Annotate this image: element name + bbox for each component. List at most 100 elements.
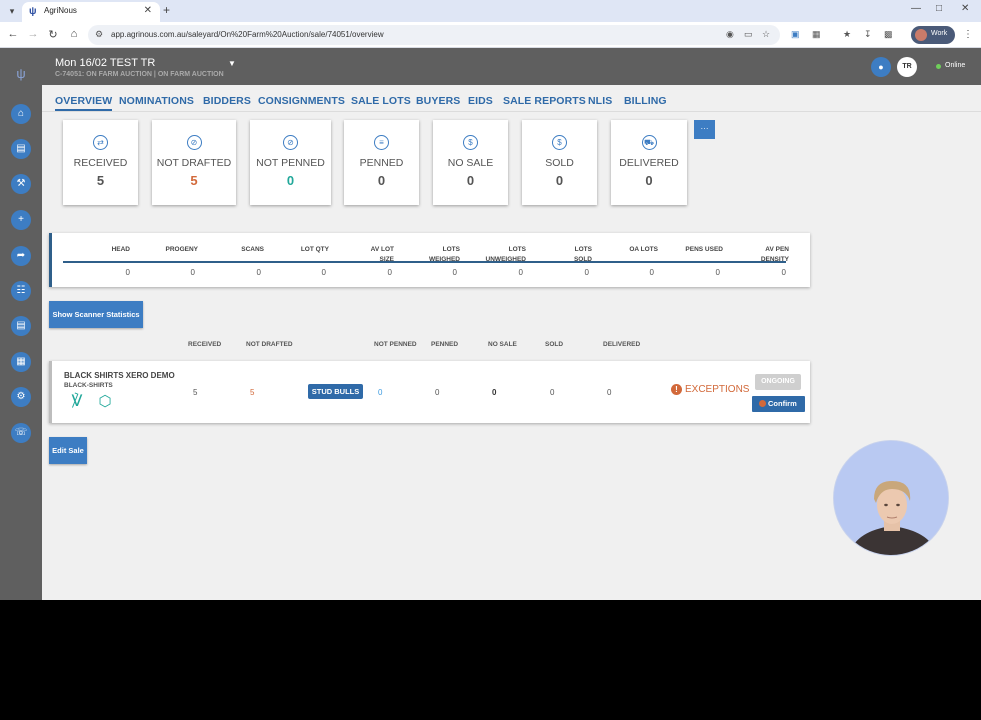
tab-billing[interactable]: BILLING [624,95,667,107]
tab-nlis[interactable]: NLIS [588,95,612,107]
lot-header-no-sale: NO SALE [488,341,517,348]
home-icon[interactable]: ⌂ [67,28,81,40]
stat-label: SOLD [545,157,574,169]
consignment-row[interactable]: BLACK SHIRTS XERO DEMO BLACK-SHIRTS ℣ ⬡ … [49,361,810,423]
maximize-icon[interactable]: □ [936,3,942,14]
profile-label: Work [931,30,948,37]
summary-value: 0 [321,268,326,277]
app-header: Mon 16/02 TEST TR ▼ C-74051: ON FARM AUC… [42,48,981,85]
url-text: app.agrinous.com.au/saleyard/On%20Farm%2… [111,30,384,39]
tab-consignments[interactable]: CONSIGNMENTS [258,95,345,107]
exception-alert-icon[interactable]: ! [671,384,682,395]
certified-badge-icon: ⬡ [98,393,112,410]
lot-header-not-penned: NOT PENNED [374,341,417,348]
browser-tab[interactable]: ψ AgriNous ✕ [22,2,160,22]
more-options-button[interactable]: ··· [694,120,715,139]
new-tab-icon[interactable]: + [163,3,170,17]
tab-bidders[interactable]: BIDDERS [203,95,251,107]
tracking-icon[interactable]: ◉ [726,29,734,40]
edit-sale-button[interactable]: Edit Sale [49,437,87,464]
sale-subtitle: C-74051: ON FARM AUCTION | ON FARM AUCTI… [55,71,224,78]
stat-card-not-penned[interactable]: ⊘ NOT PENNED 0 [250,120,331,205]
tab-sale-lots[interactable]: SALE LOTS [351,95,411,107]
sale-selector-chevron-down-icon[interactable]: ▼ [228,59,236,68]
agrinous-logo-icon: ψ [16,66,26,81]
ongoing-status-badge: ONGOING [755,374,801,390]
user-avatar[interactable]: TR [897,57,917,77]
cast-icon[interactable]: ▭ [744,29,753,40]
sidebar-add-icon[interactable]: + [11,210,31,230]
sidebar-contact-card-icon[interactable]: ☷ [11,281,31,301]
confirm-status-icon [759,400,766,407]
sidebar-inbox-icon[interactable]: ▤ [11,139,31,159]
stat-value: 5 [190,173,198,188]
browser-menu-icon[interactable]: ⋮ [963,29,973,40]
bull-icon: ℣ [71,393,83,410]
agrinous-favicon-icon: ψ [29,6,37,17]
back-icon[interactable]: ← [6,28,20,40]
download-icon[interactable]: ↧ [864,29,872,40]
tab-search-icon[interactable]: ▾ [4,3,20,19]
browser-tab-bar: ▾ ψ AgriNous ✕ + — □ ✕ [0,0,981,22]
summary-value: 0 [715,268,720,277]
close-window-icon[interactable]: ✕ [961,3,969,14]
user-icon[interactable]: ● [871,57,891,77]
category-badge: STUD BULLS [308,384,363,399]
summary-value: 0 [387,268,392,277]
stat-card-sold[interactable]: $ SOLD 0 [522,120,597,205]
extension-icon[interactable]: ▣ [791,29,800,40]
sidebar-home-icon[interactable]: ⌂ [11,104,31,124]
tab-nominations[interactable]: NOMINATIONS [119,95,194,107]
sidebar-gavel-icon[interactable]: ⚒ [11,174,31,194]
stat-card-not-drafted[interactable]: ⊘ NOT DRAFTED 5 [152,120,236,205]
forward-icon[interactable]: → [26,28,40,40]
webcam-person-image [834,441,948,555]
sidebar-document-icon[interactable]: ▤ [11,316,31,336]
penned-icon: ≡ [374,135,389,150]
sidebar-share-icon[interactable]: ➦ [11,246,31,266]
summary-value: 0 [781,268,786,277]
summary-value: 0 [452,268,457,277]
profile-chip[interactable]: Work [911,26,955,44]
sidebar-support-icon[interactable]: ☏ [11,423,31,443]
minimize-icon[interactable]: — [911,3,921,14]
stat-card-received[interactable]: ⇄ RECEIVED 5 [63,120,138,205]
show-scanner-statistics-button[interactable]: Show Scanner Statistics [49,301,143,328]
confirm-label: Confirm [768,399,797,408]
tab-buyers[interactable]: BUYERS [416,95,460,107]
confirm-button[interactable]: Confirm [752,396,805,412]
summary-header: SCANS [241,246,264,253]
stat-card-delivered[interactable]: ⛟ DELIVERED 0 [611,120,687,205]
lot-received: 5 [193,388,198,397]
tab-eids[interactable]: EIDS [468,95,493,107]
stat-value: 0 [555,173,564,188]
stat-card-no-sale[interactable]: $ NO SALE 0 [433,120,508,205]
bookmark-star-icon[interactable]: ☆ [762,29,770,40]
sidebar: ψ ⌂ ▤ ⚒ + ➦ ☷ ▤ ▦ ⚙ ☏ [0,48,42,600]
sold-icon: $ [552,135,567,150]
profile-avatar [915,29,927,41]
close-tab-icon[interactable]: ✕ [144,5,152,16]
stat-label: NOT DRAFTED [156,157,232,169]
bookmarks-icon[interactable]: ★ [843,29,851,40]
sidebar-calendar-icon[interactable]: ▦ [11,352,31,372]
reload-icon[interactable]: ↻ [46,28,60,41]
extensions-puzzle-icon[interactable]: ▦ [812,29,821,40]
tab-overview[interactable]: OVERVIEW [55,95,113,111]
summary-header: OA LOTS [629,246,658,253]
summary-value: 0 [584,268,589,277]
address-bar[interactable]: ⚙ app.agrinous.com.au/saleyard/On%20Farm… [88,25,780,45]
screen-bottom-area [0,600,981,720]
summary-divider [63,261,786,263]
stat-label: DELIVERED [619,157,679,169]
stat-card-penned[interactable]: ≡ PENNED 0 [344,120,419,205]
not-drafted-icon: ⊘ [186,135,202,150]
lot-penned: 0 [435,388,440,397]
trash-icon[interactable]: ▩ [884,29,893,40]
sidebar-settings-icon[interactable]: ⚙ [11,387,31,407]
exceptions-link[interactable]: EXCEPTIONS [685,384,749,395]
tab-sale-reports[interactable]: SALE REPORTS [503,95,586,107]
lot-header-received: RECEIVED [188,341,222,348]
summary-header: PENS USED [685,246,723,253]
site-info-icon[interactable]: ⚙ [95,29,103,40]
